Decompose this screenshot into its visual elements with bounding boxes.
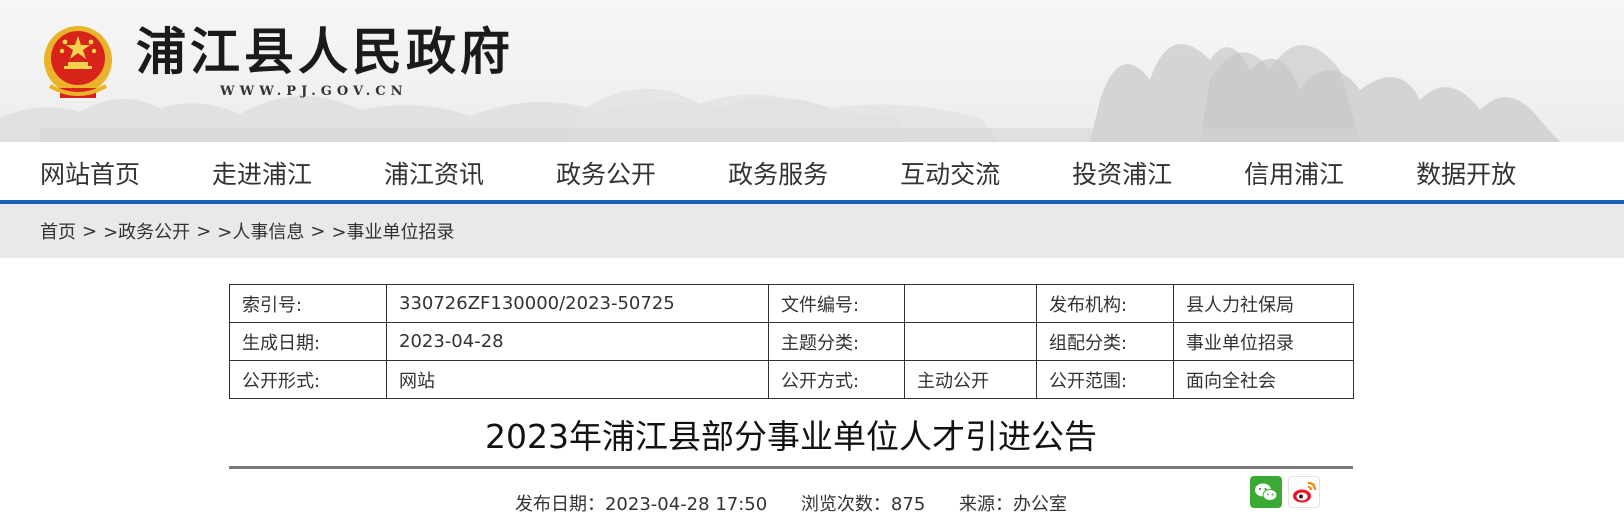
site-title: 浦江县人民政府: [136, 22, 514, 81]
main-nav: 网站首页 走进浦江 浦江资讯 政务公开 政务服务 互动交流 投资浦江 信用浦江 …: [0, 142, 1624, 204]
meta-value-index: 330726ZF130000/2023-50725: [386, 284, 769, 323]
article-source: 来源：办公室: [959, 494, 1068, 515]
meta-value-disclosure-scope: 面向全社会: [1173, 360, 1354, 399]
breadcrumb-home[interactable]: 首页: [40, 218, 76, 244]
meta-value-category: 事业单位招录: [1173, 322, 1354, 361]
meta-value-created-date: 2023-04-28: [386, 322, 769, 361]
meta-value-publisher: 县人力社保局: [1173, 284, 1354, 323]
site-url: WWW.PJ.GOV.CN: [220, 84, 408, 99]
meta-label-topic: 主题分类:: [768, 322, 905, 361]
meta-label-publisher: 发布机构:: [1036, 284, 1174, 323]
meta-value-disclosure-method: 主动公开: [904, 360, 1037, 399]
article-info: 发布日期：2023-04-28 17:50 浏览次数：875 来源：办公室: [229, 490, 1353, 516]
nav-item-gov-affairs[interactable]: 政务公开: [556, 155, 656, 191]
meta-value-topic: [904, 322, 1037, 361]
meta-label-doc-number: 文件编号:: [768, 284, 905, 323]
nav-item-interaction[interactable]: 互动交流: [900, 155, 1000, 191]
meta-value-doc-number: [904, 284, 1037, 323]
nav-item-open-data[interactable]: 数据开放: [1416, 155, 1516, 191]
breadcrumb: 首页 > >政务公开 > >人事信息 > >事业单位招录: [0, 204, 1624, 258]
meta-value-disclosure-form: 网站: [386, 360, 769, 399]
nav-item-about[interactable]: 走进浦江: [212, 155, 312, 191]
header-banner: 浦江县人民政府 WWW.PJ.GOV.CN: [0, 0, 1624, 142]
nav-item-investment[interactable]: 投资浦江: [1072, 155, 1172, 191]
title-divider: [229, 466, 1353, 469]
nav-item-news[interactable]: 浦江资讯: [384, 155, 484, 191]
breadcrumb-separator: >: [196, 220, 212, 242]
document-meta-table: 索引号: 330726ZF130000/2023-50725 文件编号: 发布机…: [229, 284, 1354, 399]
meta-row: 生成日期: 2023-04-28 主题分类: 组配分类: 事业单位招录: [229, 322, 1354, 361]
meta-row: 索引号: 330726ZF130000/2023-50725 文件编号: 发布机…: [229, 284, 1354, 323]
meta-row: 公开形式: 网站 公开方式: 主动公开 公开范围: 面向全社会: [229, 360, 1354, 399]
national-emblem-icon: [44, 26, 112, 98]
breadcrumb-gov-affairs[interactable]: >政务公开: [103, 218, 190, 244]
meta-label-disclosure-method: 公开方式:: [768, 360, 905, 399]
meta-label-disclosure-scope: 公开范围:: [1036, 360, 1174, 399]
meta-label-index: 索引号:: [229, 284, 387, 323]
meta-label-category: 组配分类:: [1036, 322, 1174, 361]
weibo-icon[interactable]: [1288, 476, 1320, 508]
meta-label-disclosure-form: 公开形式:: [229, 360, 387, 399]
breadcrumb-recruitment[interactable]: >事业单位招录: [331, 218, 454, 244]
nav-item-home[interactable]: 网站首页: [40, 155, 140, 191]
breadcrumb-personnel-info[interactable]: >人事信息: [217, 218, 304, 244]
nav-item-credit[interactable]: 信用浦江: [1244, 155, 1344, 191]
meta-label-created-date: 生成日期:: [229, 322, 387, 361]
nav-item-gov-services[interactable]: 政务服务: [728, 155, 828, 191]
breadcrumb-separator: >: [82, 220, 98, 242]
wechat-icon[interactable]: [1250, 476, 1282, 508]
publish-date: 发布日期：2023-04-28 17:50: [514, 494, 768, 515]
view-count: 浏览次数：875: [800, 494, 926, 515]
article-title: 2023年浦江县部分事业单位人才引进公告: [485, 417, 1097, 456]
breadcrumb-separator: >: [310, 220, 326, 242]
